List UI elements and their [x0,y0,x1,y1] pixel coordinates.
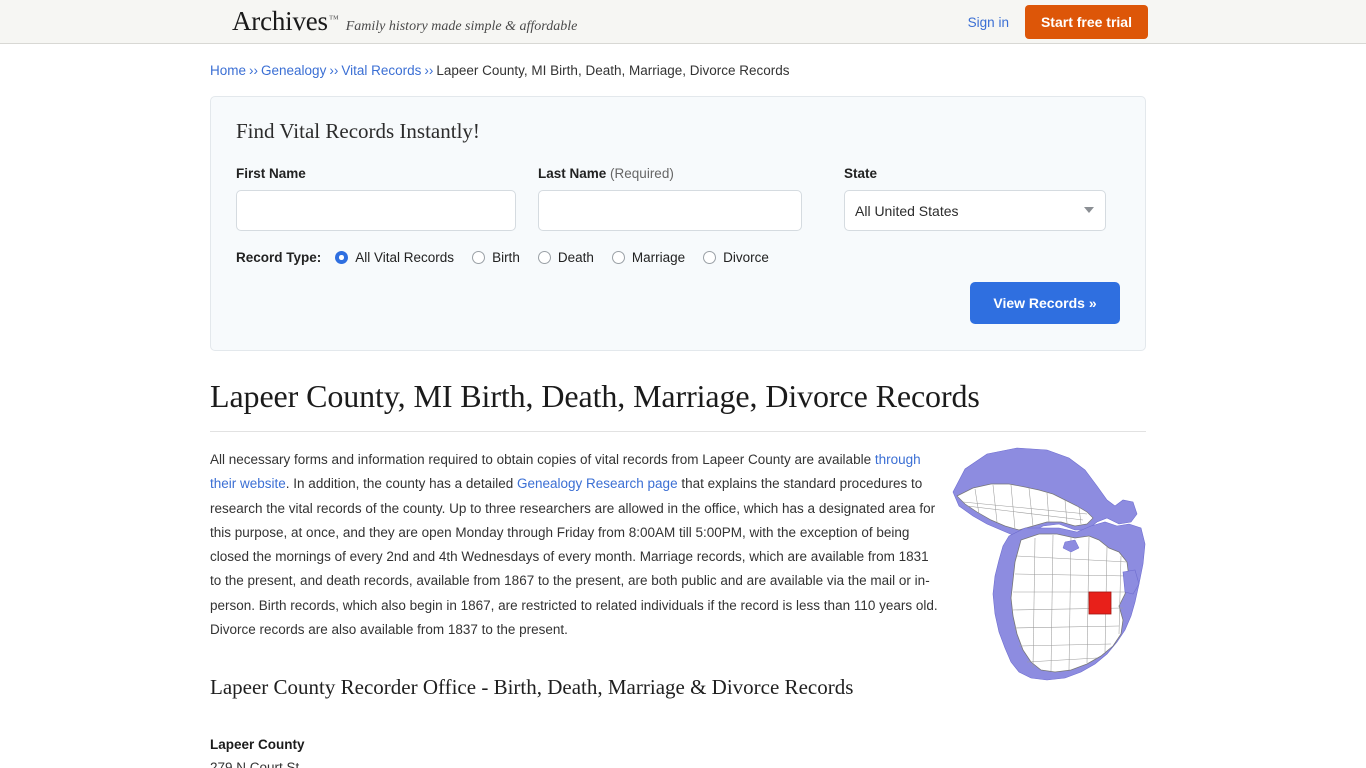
breadcrumb-separator: ›› [249,63,259,78]
article-paragraph: All necessary forms and information requ… [210,448,943,642]
radio-icon[interactable] [611,251,625,264]
site-header: Archives ™ Family history made simple & a… [0,0,1366,44]
first-name-field-group: First Name [236,166,516,231]
article-body-wrap: All necessary forms and information requ… [210,447,1146,681]
brand-name: Archives [232,6,328,36]
radio-label: Birth [492,250,520,265]
michigan-map-svg [952,447,1146,681]
sign-in-link[interactable]: Sign in [968,15,1009,30]
brand-tagline: Family history made simple & affordable [345,19,578,34]
radio-icon[interactable] [703,251,717,264]
view-records-button[interactable]: View Records » [970,282,1120,324]
radio-label: Divorce [723,250,769,265]
state-label: State [844,166,878,181]
vital-records-search-panel: Find Vital Records Instantly! First Name… [210,96,1146,351]
state-field-group: State All United States [844,166,1106,231]
radio-label: Death [557,250,594,265]
michigan-county-map-image [947,444,1152,684]
paragraph-text-2: . In addition, the county has a detailed [285,476,517,492]
breadcrumb-item-current: Lapeer County, MI Birth, Death, Marriage… [436,63,790,78]
search-fields-row: First Name Last Name (Required) State Al… [236,166,1120,231]
last-name-label: Last Name (Required) [538,166,802,181]
radio-death[interactable]: Death [537,250,594,265]
office-county-name: Lapeer County [210,737,305,753]
first-name-input[interactable] [236,190,516,231]
last-name-label-text: Last Name [538,166,607,181]
last-name-field-group: Last Name (Required) [538,166,802,231]
record-type-label: Record Type: [236,250,322,265]
record-type-row: Record Type: All Vital Records Birth Dea… [236,250,1120,265]
radio-icon[interactable] [537,251,551,264]
recorder-office-address: Lapeer County 279 N Court St Lapeer, MI … [210,733,1146,768]
trademark-icon: ™ [328,14,339,25]
genealogy-research-page-link[interactable]: Genealogy Research page [517,476,678,491]
radio-label: All Vital Records [355,250,455,265]
radio-all-vital-records[interactable]: All Vital Records [335,250,454,265]
radio-birth[interactable]: Birth [472,250,520,265]
last-name-input[interactable] [538,190,802,231]
search-panel-title: Find Vital Records Instantly! [236,119,480,143]
paragraph-text-1: All necessary forms and information requ… [210,452,875,467]
first-name-label: First Name [236,166,306,181]
start-free-trial-button[interactable]: Start free trial [1024,5,1148,39]
lapeer-county-highlight [1088,591,1112,615]
breadcrumb-item-home[interactable]: Home [210,63,246,78]
breadcrumb-item-vital-records[interactable]: Vital Records [341,63,421,78]
radio-label: Marriage [631,250,686,265]
breadcrumb-item-genealogy[interactable]: Genealogy [261,63,326,78]
radio-icon[interactable] [335,251,349,264]
office-street: 279 N Court St [210,760,300,768]
breadcrumb: Home ›› Genealogy ›› Vital Records ›› Lapeer C… [210,62,1146,80]
site-logo[interactable]: Archives ™ Family history made simple & a… [232,6,577,37]
radio-divorce[interactable]: Divorce [703,250,769,265]
state-select[interactable]: All United States [844,190,1106,231]
radio-icon[interactable] [472,251,486,264]
last-name-required-note: (Required) [610,166,674,181]
breadcrumb-separator: ›› [424,63,434,78]
breadcrumb-separator: ›› [329,63,339,78]
header-actions: Sign in Start free trial [968,0,1148,44]
paragraph-text-3: that explains the standard procedures to… [210,476,938,638]
page-title: Lapeer County, MI Birth, Death, Marriage… [210,378,1146,432]
radio-marriage[interactable]: Marriage [611,250,686,265]
